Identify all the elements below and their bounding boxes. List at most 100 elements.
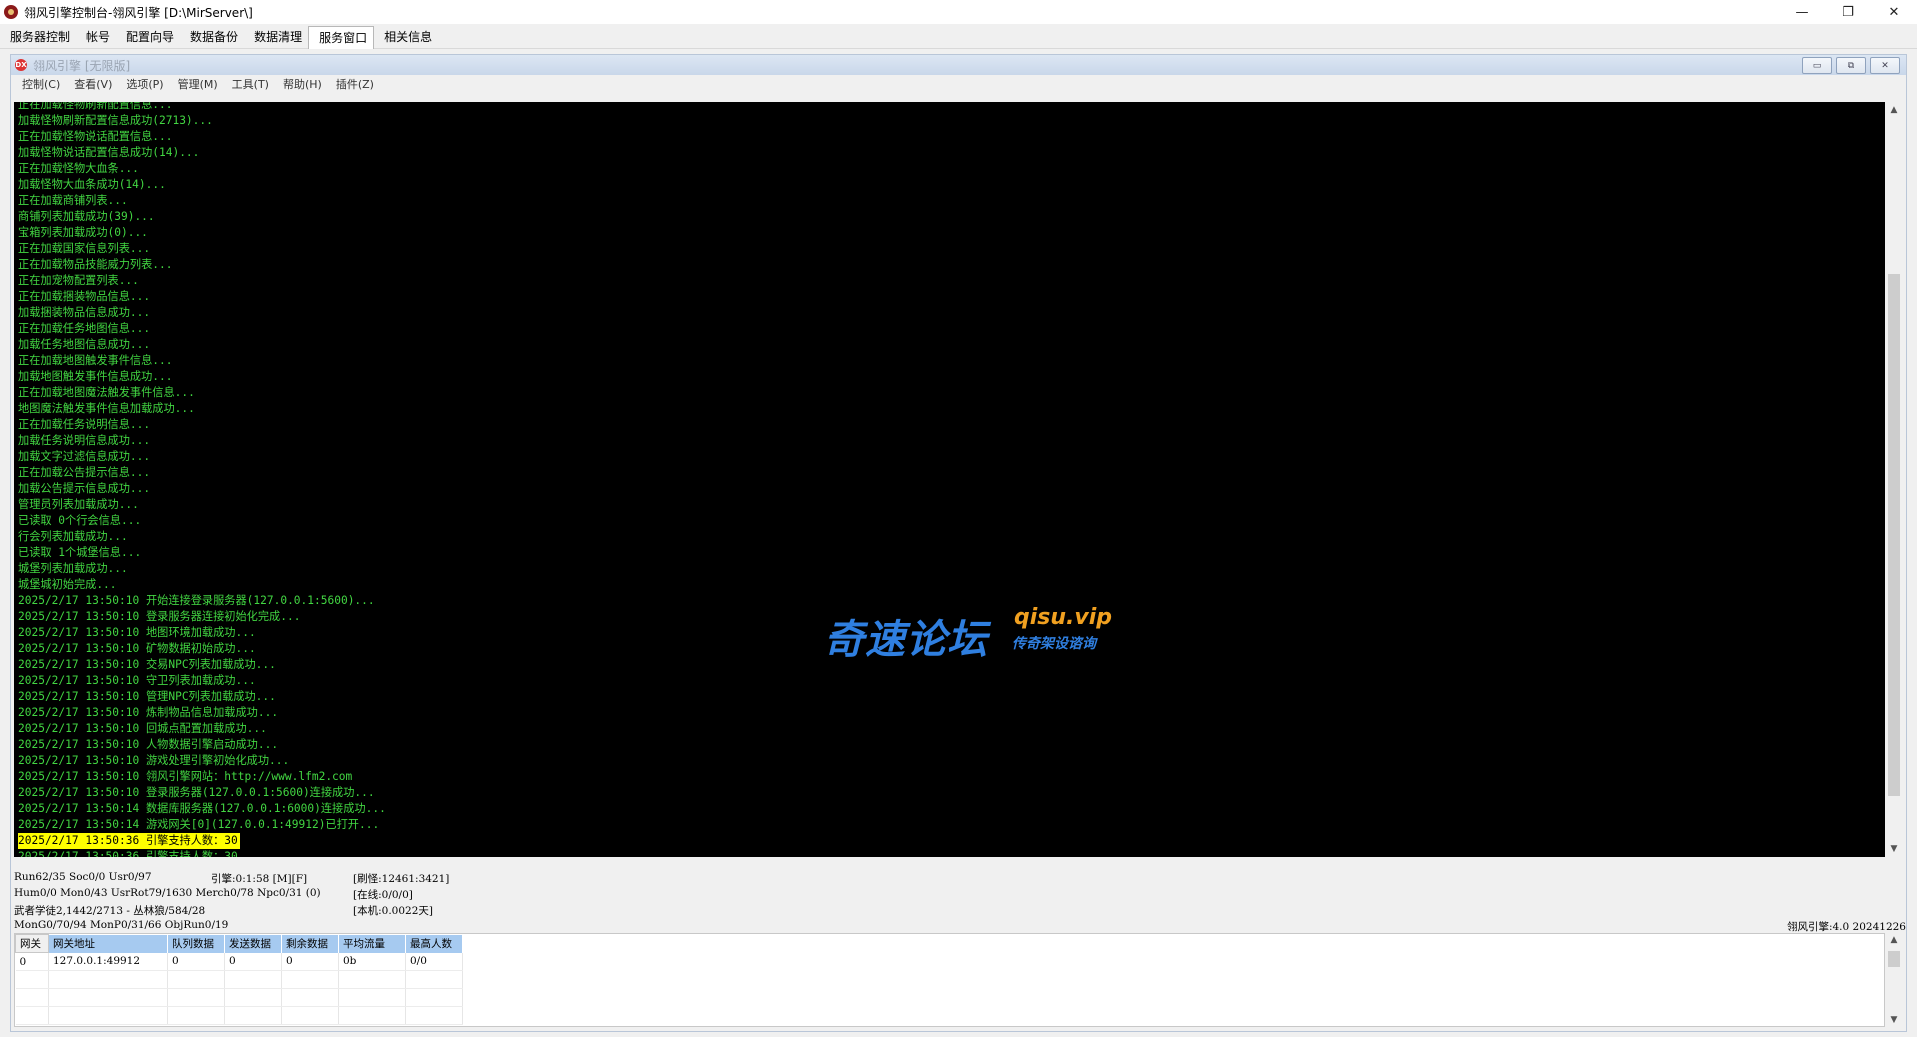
menu-control[interactable]: 控制(C) (15, 76, 67, 92)
log-line: 2025/2/17 13:50:10 人物数据引擎启动成功... (18, 738, 279, 751)
status-version: 翎风引擎:4.0 20241226 (1786, 921, 1906, 933)
log-line: 2025/2/17 13:50:10 交易NPC列表加载成功... (18, 658, 276, 671)
cell-sent: 0 (224, 952, 282, 971)
log-line: 加载任务说明信息成功... (18, 434, 151, 447)
maximize-button[interactable]: ❐ (1825, 0, 1871, 24)
tab-server-control[interactable]: 服务器控制 (0, 26, 76, 48)
log-line: 2025/2/17 13:50:36 引擎支持人数：30 (18, 833, 386, 849)
tab-related-info[interactable]: 相关信息 (374, 26, 438, 48)
engine-child-window: DX 翎风引擎 [无限版] ▭ ⧉ ✕ 控制(C) 查看(V) 选项(P) 管理… (10, 54, 1907, 1032)
gateway-table[interactable]: 网关 网关地址 队列数据 发送数据 剩余数据 平均流量 最高人数 0 127.0… (14, 933, 1885, 1027)
log-line: 正在加载国家信息列表... (18, 242, 151, 255)
menu-view[interactable]: 查看(V) (67, 76, 119, 92)
table-row[interactable]: 0 127.0.0.1:49912 0 0 0 0b 0/0 (15, 952, 463, 971)
cell-queue: 0 (167, 952, 225, 971)
log-line: 2025/2/17 13:50:36 引擎支持人数：30 (18, 850, 238, 857)
child-minimize-button[interactable]: ▭ (1802, 57, 1832, 74)
tab-data-cleanup[interactable]: 数据清理 (244, 26, 308, 48)
log-lines: 正在加载怪物刷新配置信息... 加载怪物刷新配置信息成功(2713)... 正在加载… (18, 102, 386, 857)
cell-avg-traffic: 0b (338, 952, 406, 971)
table-scrollbar[interactable]: ▲ ▼ (1886, 933, 1902, 1027)
log-line: 正在加宠物配置列表... (18, 274, 139, 287)
log-line: 2025/2/17 13:50:10 游戏处理引擎初始化成功... (18, 754, 290, 767)
log-line: 正在加载地图触发事件信息... (18, 354, 173, 367)
table-row (15, 988, 463, 1007)
child-titlebar: DX 翎风引擎 [无限版] ▭ ⧉ ✕ (11, 55, 1906, 75)
status-level: 武者学徒2,1442/2713 - 丛林狼/584/28 (14, 905, 206, 917)
log-line: 正在加载任务地图信息... (18, 322, 151, 335)
log-line: 加载文字过滤信息成功... (18, 450, 151, 463)
main-tabs: 服务器控制 帐号 配置向导 数据备份 数据清理 服务窗口 相关信息 (0, 26, 1917, 49)
log-line: 加载怪物说话配置信息成功(14)... (18, 146, 200, 159)
close-button[interactable]: ✕ (1871, 0, 1917, 24)
log-line: 城堡城初始完成... (18, 578, 117, 591)
log-line: 正在加载公告提示信息... (18, 466, 151, 479)
log-line: 2025/2/17 13:50:10 开始连接登录服务器(127.0.0.1:5… (18, 594, 375, 607)
cell-gateway: 0 (15, 952, 49, 971)
log-line: 正在加载怪物说话配置信息... (18, 130, 173, 143)
col-gateway: 网关 (15, 934, 49, 953)
table-scroll-down-icon[interactable]: ▼ (1886, 1013, 1902, 1027)
table-row (15, 970, 463, 989)
child-close-button[interactable]: ✕ (1870, 57, 1900, 74)
col-queue: 队列数据 (167, 934, 225, 953)
cell-address: 127.0.0.1:49912 (48, 952, 168, 971)
log-line: 正在加载怪物刷新配置信息... (18, 102, 173, 111)
log-line: 2025/2/17 13:50:10 翎风引擎网站：http://www.lfm… (18, 770, 353, 783)
window-title: 翎风引擎控制台-翎风引擎 [D:\MirServer\] (24, 5, 253, 20)
child-title: 翎风引擎 [无限版] (33, 58, 131, 73)
engine-icon: DX (15, 59, 27, 71)
status-panel: Run62/35 Soc0/0 Usr0/97 引擎:0:1:58 [M][F]… (11, 863, 1906, 933)
log-line: 宝箱列表加载成功(0)... (18, 226, 148, 239)
status-hum: Hum0/0 Mon0/43 UsrRot79/1630 Merch0/78 N… (14, 887, 321, 899)
child-restore-button[interactable]: ⧉ (1836, 57, 1866, 74)
scroll-thumb[interactable] (1888, 274, 1900, 796)
cell-remaining: 0 (281, 952, 339, 971)
scroll-down-icon[interactable]: ▼ (1886, 841, 1902, 857)
table-scroll-up-icon[interactable]: ▲ (1886, 933, 1902, 947)
log-line: 城堡列表加载成功... (18, 562, 128, 575)
log-line: 已读取 0个行会信息... (18, 514, 142, 527)
menu-manage[interactable]: 管理(M) (171, 76, 225, 92)
log-line: 地图魔法触发事件信息加载成功... (18, 402, 195, 415)
log-line: 正在加载物品技能威力列表... (18, 258, 173, 271)
col-address: 网关地址 (48, 934, 168, 953)
status-online: [在线:0/0/0] (353, 889, 413, 901)
log-line: 行会列表加载成功... (18, 530, 128, 543)
log-line: 2025/2/17 13:50:14 游戏网关[0](127.0.0.1:499… (18, 818, 380, 831)
tab-data-backup[interactable]: 数据备份 (180, 26, 244, 48)
child-window-controls: ▭ ⧉ ✕ (1802, 57, 1900, 74)
tab-service-window[interactable]: 服务窗口 (308, 26, 375, 49)
log-scrollbar[interactable]: ▲ ▼ (1886, 102, 1902, 857)
menu-plugins[interactable]: 插件(Z) (329, 76, 381, 92)
status-refresh: [刷怪:12461:3421] (353, 873, 450, 885)
log-line: 2025/2/17 13:50:14 数据库服务器(127.0.0.1:6000… (18, 802, 386, 815)
menu-bar: 控制(C) 查看(V) 选项(P) 管理(M) 工具(T) 帮助(H) 插件(Z… (11, 75, 1906, 93)
log-line: 加载怪物大血条成功(14)... (18, 178, 166, 191)
log-line: 商铺列表加载成功(39)... (18, 210, 155, 223)
log-line: 加载公告提示信息成功... (18, 482, 151, 495)
col-avg-traffic: 平均流量 (338, 934, 406, 953)
log-line: 2025/2/17 13:50:10 守卫列表加载成功... (18, 674, 256, 687)
log-console[interactable]: 正在加载怪物刷新配置信息... 加载怪物刷新配置信息成功(2713)... 正在加载… (14, 102, 1885, 857)
log-line: 加载任务地图信息成功... (18, 338, 151, 351)
log-line: 2025/2/17 13:50:10 回城点配置加载成功... (18, 722, 267, 735)
tab-config-wizard[interactable]: 配置向导 (116, 26, 180, 48)
scroll-up-icon[interactable]: ▲ (1886, 102, 1902, 118)
menu-tools[interactable]: 工具(T) (225, 76, 276, 92)
watermark-sub: 传奇架设谘询 (1012, 636, 1096, 652)
log-line: 2025/2/17 13:50:10 地图环境加载成功... (18, 626, 256, 639)
menu-help[interactable]: 帮助(H) (276, 76, 329, 92)
tab-account[interactable]: 帐号 (76, 26, 116, 48)
log-line: 加载怪物刷新配置信息成功(2713)... (18, 114, 213, 127)
highlighted-log-line: 2025/2/17 13:50:36 引擎支持人数：30 (18, 833, 240, 849)
log-line: 加载捆装物品信息成功... (18, 306, 151, 319)
minimize-button[interactable]: — (1779, 0, 1825, 24)
table-scroll-thumb[interactable] (1888, 951, 1900, 967)
status-mon: MonG0/70/94 MonP0/31/66 ObjRun0/19 (14, 919, 229, 931)
cell-max-users: 0/0 (405, 952, 463, 971)
menu-options[interactable]: 选项(P) (119, 76, 170, 92)
col-sent: 发送数据 (224, 934, 282, 953)
watermark-cn: 奇速论坛 (824, 617, 988, 663)
window-titlebar: 翎风引擎控制台-翎风引擎 [D:\MirServer\] — ❐ ✕ (0, 0, 1917, 24)
